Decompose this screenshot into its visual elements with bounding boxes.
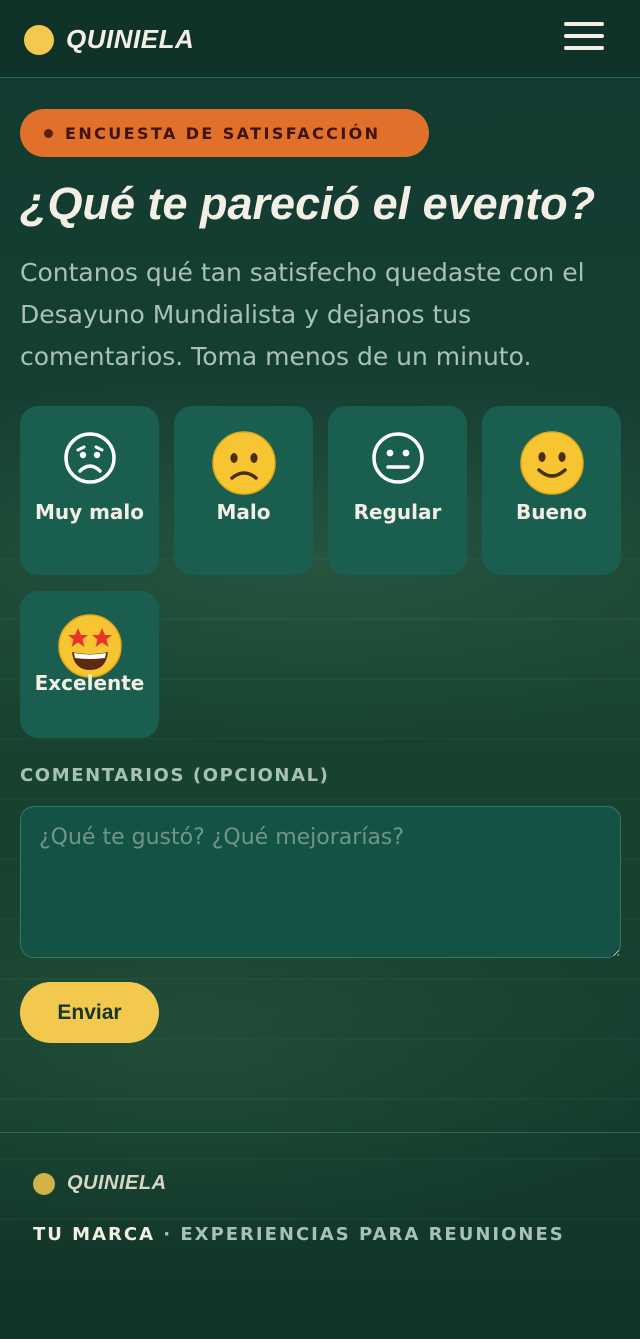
page-footer: QUINIELA TU MARCA · EXPERIENCIAS PARA RE…	[0, 1132, 640, 1339]
footer-brand-name: QUINIELA	[67, 1172, 167, 1194]
footer-tagline-brand: TU MARCA	[33, 1224, 156, 1245]
page-subtitle: Contanos qué tan satisfecho quedaste con…	[20, 258, 585, 371]
rating-option-muy-malo[interactable]: Muy malo	[20, 406, 159, 575]
hamburger-menu-icon[interactable]	[564, 22, 606, 56]
footer-tagline: TU MARCA · EXPERIENCIAS PARA REUNIONES	[33, 1224, 565, 1245]
submit-button[interactable]: Enviar	[20, 982, 159, 1043]
rating-option-label: Bueno	[515, 500, 588, 524]
comments-field[interactable]	[20, 806, 621, 958]
star-struck-face-icon	[20, 613, 159, 679]
rating-option-malo[interactable]: Malo	[174, 406, 313, 575]
survey-badge: ENCUESTA DE SATISFACCIÓN	[20, 109, 429, 157]
footer-brand[interactable]: QUINIELA	[33, 1172, 167, 1195]
rating-option-bueno[interactable]: Bueno	[482, 406, 621, 575]
rating-option-label: Muy malo	[34, 500, 145, 524]
rating-option-label: Regular	[353, 500, 442, 524]
brand-logo[interactable]: QUINIELA	[24, 24, 194, 55]
rating-option-label: Malo	[216, 500, 271, 524]
footer-tagline-separator: ·	[155, 1224, 181, 1245]
very-sad-face-icon	[20, 430, 159, 486]
brand-name: QUINIELA	[66, 24, 195, 54]
brand-dot-icon	[33, 1172, 55, 1195]
rating-option-excelente[interactable]: Excelente	[20, 591, 159, 738]
rating-option-regular[interactable]: Regular	[328, 406, 467, 575]
rating-option-label: Excelente	[34, 671, 145, 695]
footer-tagline-text: EXPERIENCIAS PARA REUNIONES	[180, 1224, 565, 1245]
slightly-frowning-face-icon	[174, 430, 313, 496]
slightly-smiling-face-icon	[482, 430, 621, 496]
neutral-face-icon	[328, 430, 467, 486]
badge-label: ENCUESTA DE SATISFACCIÓN	[65, 123, 381, 143]
badge-dot-icon	[44, 128, 53, 138]
comments-label: COMENTARIOS (OPCIONAL)	[20, 765, 330, 786]
page-title: ¿Qué te pareció el evento?	[20, 178, 596, 229]
top-navbar: QUINIELA	[0, 0, 640, 78]
brand-dot-icon	[24, 24, 54, 55]
